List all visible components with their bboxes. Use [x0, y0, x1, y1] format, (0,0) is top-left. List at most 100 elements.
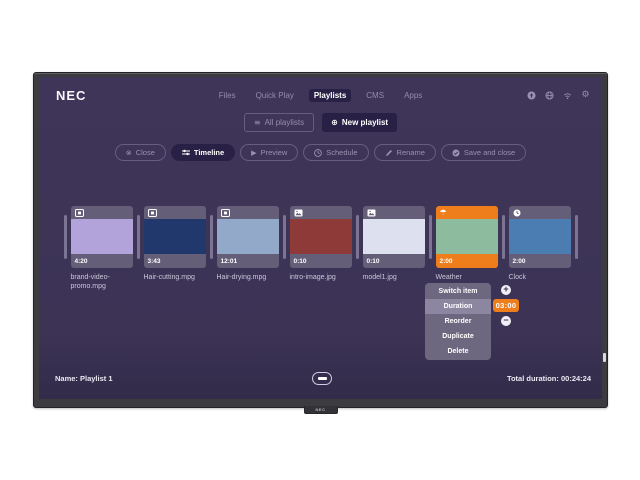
- check-circle-icon: [452, 149, 460, 157]
- page: NEC NEC Files Quick Play Playlists CMS A…: [0, 0, 640, 480]
- timeline-insert-handle[interactable]: [356, 215, 359, 259]
- preview-label: Preview: [261, 148, 288, 157]
- play-icon: ▶: [251, 149, 256, 157]
- close-circle-icon: ⊗: [126, 149, 132, 157]
- timeline-insert-handle[interactable]: [283, 215, 286, 259]
- nav-item-cms[interactable]: CMS: [361, 89, 389, 102]
- film-icon: [148, 209, 157, 217]
- hide-ui-button[interactable]: [312, 372, 332, 385]
- timeline-item-image[interactable]: 0:10: [363, 206, 425, 268]
- preview-button[interactable]: ▶ Preview: [240, 144, 298, 161]
- timeline-item-video[interactable]: 3:43: [144, 206, 206, 268]
- timeline-insert-handle[interactable]: [210, 215, 213, 259]
- status-icons: ⚙: [527, 89, 590, 101]
- timeline-insert-handle[interactable]: [137, 215, 140, 259]
- duration-decrease-button[interactable]: −: [501, 316, 511, 326]
- timeline-insert-handle[interactable]: [429, 215, 432, 259]
- new-playlist-label: New playlist: [342, 118, 388, 127]
- menu-item-duration[interactable]: Duration: [425, 299, 491, 314]
- tile-thumbnail: [217, 219, 279, 254]
- timeline-label: Timeline: [194, 148, 224, 157]
- wifi-icon[interactable]: [563, 91, 572, 100]
- timeline-slot: 2:00 Clock: [498, 206, 571, 282]
- plus-circle-icon: ⊕: [331, 119, 338, 127]
- tile-duration: 0:10: [367, 258, 380, 265]
- film-icon: [221, 209, 230, 217]
- all-playlists-label: All playlists: [265, 118, 305, 127]
- timeline-item-video[interactable]: 12:01: [217, 206, 279, 268]
- duration-increase-button[interactable]: +: [501, 285, 511, 295]
- playlist-name-label: Name: Playlist 1: [55, 374, 113, 383]
- timeline-insert-handle[interactable]: [64, 215, 67, 259]
- monitor-bezel: NEC NEC Files Quick Play Playlists CMS A…: [33, 72, 608, 408]
- nav-item-quick-play[interactable]: Quick Play: [251, 89, 299, 102]
- screen: NEC Files Quick Play Playlists CMS Apps: [39, 77, 602, 399]
- rename-label: Rename: [397, 148, 425, 157]
- tile-thumbnail: [144, 219, 206, 254]
- tile-name: Weather: [436, 273, 498, 282]
- new-playlist-button[interactable]: ⊕ New playlist: [322, 113, 397, 132]
- power-indicator: [603, 353, 606, 362]
- nav-item-playlists[interactable]: Playlists: [309, 89, 351, 102]
- nav-item-files[interactable]: Files: [214, 89, 241, 102]
- save-and-close-label: Save and close: [464, 148, 515, 157]
- nav-item-apps[interactable]: Apps: [399, 89, 427, 102]
- tile-thumbnail: [71, 219, 133, 254]
- timeline-item-weather-selected[interactable]: ☂ 2:00: [436, 206, 498, 268]
- image-icon: [294, 209, 303, 217]
- timeline-slot: 12:01 Hair-drying.mpg: [206, 206, 279, 282]
- menu-item-reorder[interactable]: Reorder: [425, 314, 491, 329]
- timeline-slot: 3:43 Hair-cutting.mpg: [133, 206, 206, 282]
- save-and-close-button[interactable]: Save and close: [441, 144, 526, 161]
- timeline-slot: 0:10 model1.jpg: [352, 206, 425, 282]
- pencil-icon: [385, 149, 393, 157]
- timeline-slot: 0:10 intro-image.jpg: [279, 206, 352, 282]
- tile-name: Hair-cutting.mpg: [144, 273, 206, 282]
- item-context-menu: Switch item Duration Reorder Duplicate D…: [425, 283, 491, 360]
- timeline-item-video[interactable]: 4:20: [71, 206, 133, 268]
- timeline-strip: 4:20 brand-video-promo.mpg 3:43 Hair-cut…: [39, 206, 602, 292]
- timeline-slot: ☂ 2:00 Weather: [425, 206, 498, 282]
- timeline-item-clock[interactable]: 2:00: [509, 206, 571, 268]
- list-icon: ≡: [254, 119, 261, 127]
- tile-duration: 0:10: [294, 258, 307, 265]
- duration-value[interactable]: 03:00: [493, 299, 520, 312]
- menu-item-duplicate[interactable]: Duplicate: [425, 329, 491, 344]
- tile-thumbnail: [436, 219, 498, 254]
- rename-button[interactable]: Rename: [374, 144, 436, 161]
- timeline-slot: 4:20 brand-video-promo.mpg: [60, 206, 133, 292]
- minimize-icon: [318, 377, 327, 380]
- schedule-label: Schedule: [326, 148, 357, 157]
- timeline-item-image[interactable]: 0:10: [290, 206, 352, 268]
- total-duration-label: Total duration: 00:24:24: [507, 374, 591, 383]
- tile-duration: 4:20: [75, 258, 88, 265]
- tile-name: model1.jpg: [363, 273, 425, 282]
- timeline-icon: [182, 149, 190, 156]
- film-icon: [75, 209, 84, 217]
- clock-icon: [314, 149, 322, 157]
- close-button[interactable]: ⊗ Close: [115, 144, 166, 161]
- update-icon[interactable]: [527, 91, 536, 100]
- timeline-insert-handle[interactable]: [575, 215, 578, 259]
- gear-icon[interactable]: ⚙: [581, 91, 590, 100]
- all-playlists-button[interactable]: ≡ All playlists: [244, 113, 314, 132]
- timeline-button[interactable]: Timeline: [171, 144, 235, 161]
- menu-item-switch-item[interactable]: Switch item: [425, 284, 491, 299]
- globe-icon[interactable]: [545, 91, 554, 100]
- menu-item-delete[interactable]: Delete: [425, 344, 491, 359]
- tile-duration: 2:00: [440, 258, 453, 265]
- tile-thumbnail: [290, 219, 352, 254]
- tile-thumbnail: [509, 219, 571, 254]
- tile-name: Hair-drying.mpg: [217, 273, 279, 282]
- tile-duration: 3:43: [148, 258, 161, 265]
- tile-name: intro-image.jpg: [290, 273, 352, 282]
- umbrella-icon: ☂: [440, 209, 447, 217]
- close-label: Close: [136, 148, 155, 157]
- tile-thumbnail: [363, 219, 425, 254]
- schedule-button[interactable]: Schedule: [303, 144, 368, 161]
- duration-stepper: + 03:00 −: [492, 283, 520, 328]
- bezel-logo: NEC: [304, 406, 338, 414]
- tile-name: brand-video-promo.mpg: [71, 273, 133, 292]
- timeline-insert-handle[interactable]: [502, 215, 505, 259]
- clock-icon: [513, 209, 521, 217]
